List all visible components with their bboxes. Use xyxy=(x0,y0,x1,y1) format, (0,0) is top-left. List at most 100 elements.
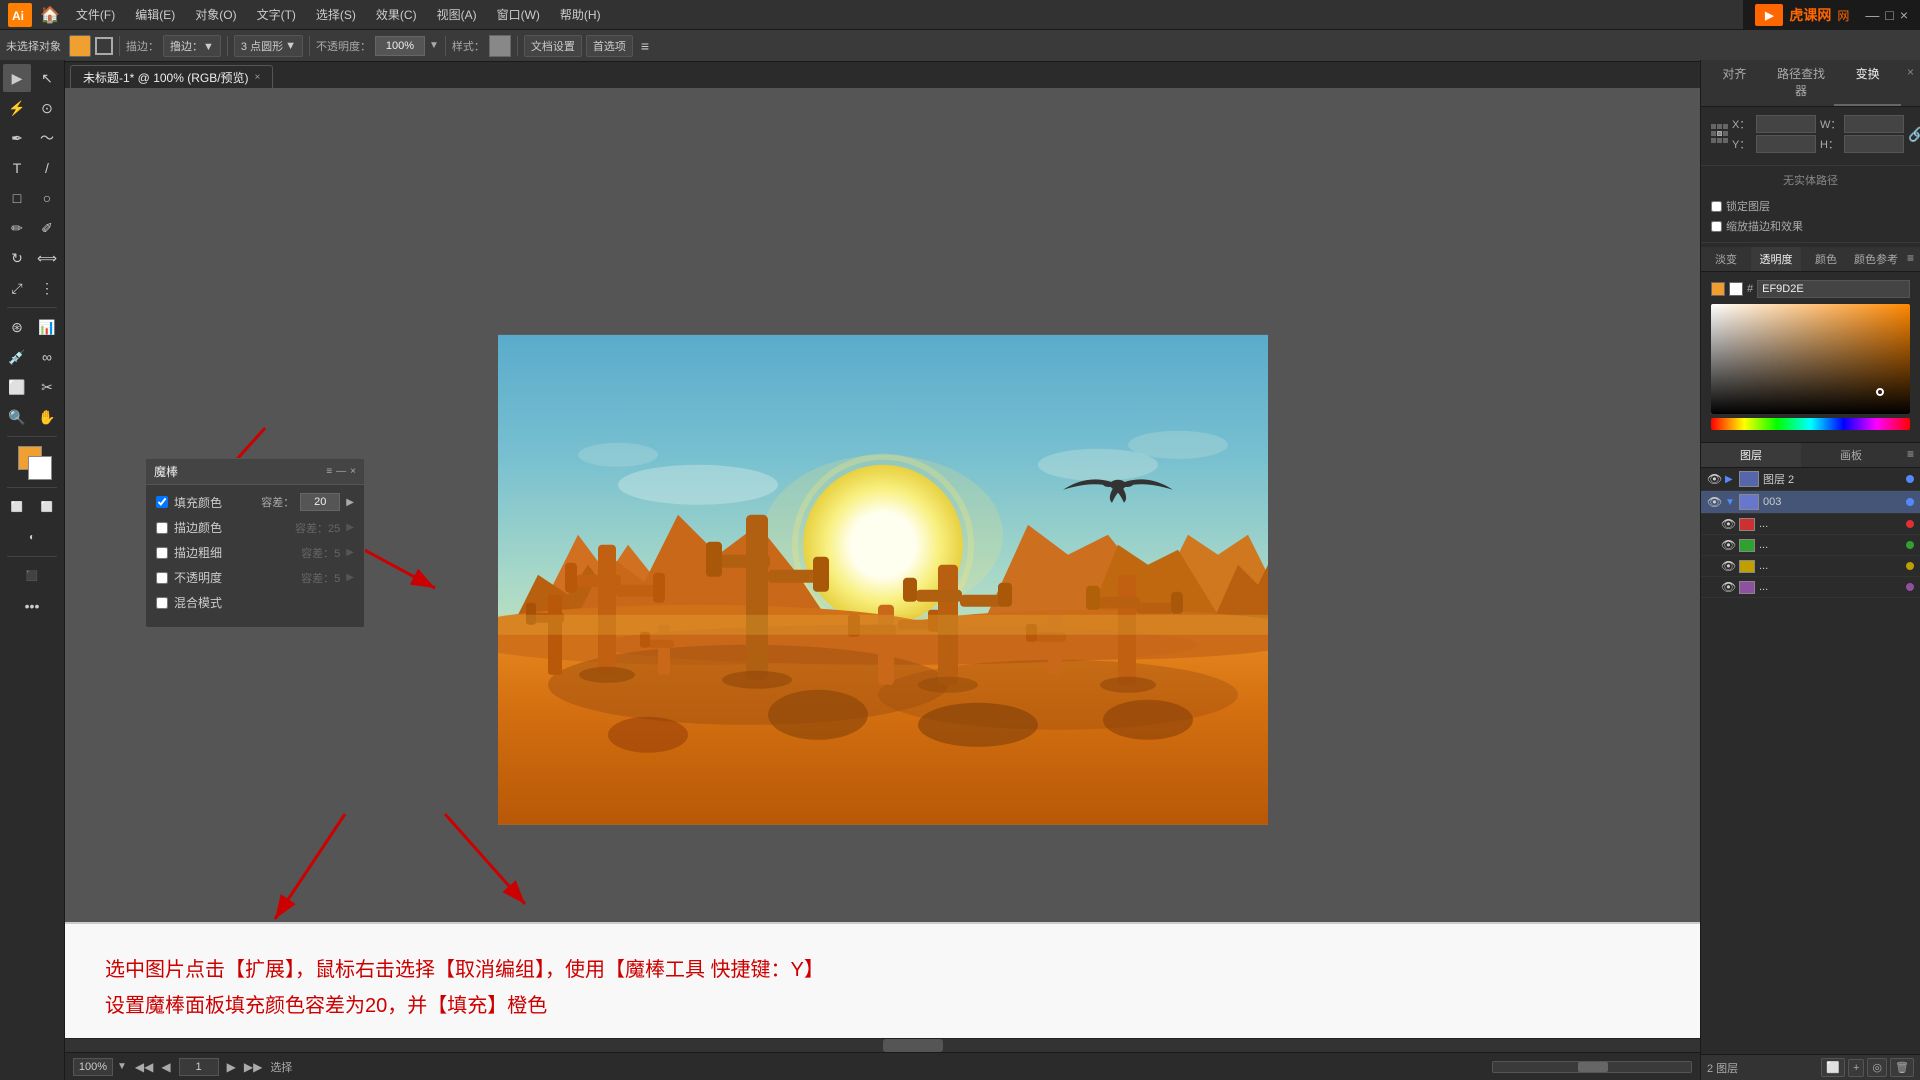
tab-transform[interactable]: 变换 xyxy=(1834,60,1901,106)
pencil-tool[interactable]: ✐ xyxy=(33,214,61,242)
h-scrollbar[interactable] xyxy=(65,1038,1700,1052)
tab-align[interactable]: 对齐 xyxy=(1701,60,1768,106)
direct-select-tool[interactable]: ↖ xyxy=(33,64,61,92)
delete-layer-btn[interactable]: 🗑 xyxy=(1890,1058,1914,1077)
opacity-checkbox[interactable] xyxy=(156,572,168,584)
page-prev-single[interactable]: ◀ xyxy=(161,1060,170,1074)
brush-tool[interactable]: ✏ xyxy=(3,214,31,242)
more-tools[interactable]: ••• xyxy=(18,592,46,620)
stroke-indicator[interactable] xyxy=(95,37,113,55)
menu-edit[interactable]: 编辑(E) xyxy=(127,4,183,25)
menu-home[interactable]: 🏠 xyxy=(40,5,60,25)
layer-item-purple[interactable]: 👁 ... xyxy=(1701,577,1920,598)
gradient-tool[interactable]: ◐ xyxy=(18,523,46,551)
doc-settings-btn[interactable]: 文档设置 xyxy=(524,35,582,57)
graph-tool[interactable]: 📊 xyxy=(33,313,61,341)
panel-min-btn[interactable]: — xyxy=(336,466,346,477)
x-input[interactable] xyxy=(1756,115,1816,133)
eyedropper-tool[interactable]: 💉 xyxy=(3,343,31,371)
color-gradient-box[interactable] xyxy=(1711,304,1910,414)
blend-tool[interactable]: ∞ xyxy=(33,343,61,371)
window-close[interactable]: × xyxy=(1900,7,1908,23)
layer2-eye[interactable]: 👁 xyxy=(1707,472,1721,486)
tab-color[interactable]: 颜色 xyxy=(1801,247,1851,271)
h-input[interactable] xyxy=(1844,135,1904,153)
select-tool[interactable]: ▶ xyxy=(3,64,31,92)
warp-tool[interactable]: ⋮ xyxy=(33,274,61,302)
panel-close-btn[interactable]: × xyxy=(350,466,356,477)
points-selector[interactable]: 3 点圆形 ▼ xyxy=(234,35,303,57)
tab-layers[interactable]: 图层 xyxy=(1701,443,1801,467)
page-next[interactable]: ▶▶ xyxy=(244,1060,262,1074)
locate-object-btn[interactable]: ◎ xyxy=(1867,1058,1887,1077)
artboard-tool[interactable]: ⬛ xyxy=(18,562,46,590)
preferences-btn[interactable]: 首选项 xyxy=(586,35,633,57)
layer-item-green[interactable]: 👁 ... xyxy=(1701,535,1920,556)
menu-help[interactable]: 帮助(H) xyxy=(552,4,609,25)
panel-header[interactable]: 魔棒 ≡ — × xyxy=(146,459,364,485)
w-input[interactable] xyxy=(1844,115,1904,133)
stroke-selector[interactable]: 撸边：▼ xyxy=(163,35,221,57)
tab-opacity[interactable]: 透明度 xyxy=(1751,247,1801,271)
menu-text[interactable]: 文字(T) xyxy=(249,4,304,25)
menu-effect[interactable]: 效果(C) xyxy=(368,4,425,25)
layer003-eye[interactable]: 👁 xyxy=(1707,495,1721,509)
stroke-color-arrow[interactable]: ▶ xyxy=(346,522,354,533)
hue-slider[interactable] xyxy=(1711,418,1910,430)
pen-tool[interactable]: ✒ xyxy=(3,124,31,152)
right-panel-close[interactable]: × xyxy=(1901,60,1920,106)
color-panel-options[interactable]: ≡ xyxy=(1901,247,1920,271)
blend-mode-checkbox[interactable] xyxy=(156,597,168,609)
layer-red-eye[interactable]: 👁 xyxy=(1721,517,1735,531)
fill-tolerance-arrow[interactable]: ▶ xyxy=(346,497,354,508)
page-input[interactable] xyxy=(179,1058,219,1076)
layer-item-yellow[interactable]: 👁 ... xyxy=(1701,556,1920,577)
stroke-none[interactable]: ⬜ xyxy=(33,493,61,521)
menu-file[interactable]: 文件(F) xyxy=(68,4,123,25)
panel-options-btn[interactable]: ≡ xyxy=(326,466,332,477)
layer-item-layer2[interactable]: 👁 ▶ 图层 2 xyxy=(1701,468,1920,491)
stroke-color-checkbox[interactable] xyxy=(156,522,168,534)
menu-window[interactable]: 窗口(W) xyxy=(489,4,548,25)
tab-artboard[interactable]: 画板 xyxy=(1801,443,1901,467)
zoom-tool[interactable]: 🔍 xyxy=(3,403,31,431)
toolbar-extra-btn[interactable]: ≡ xyxy=(641,38,649,54)
window-minimize[interactable]: — xyxy=(1865,7,1879,23)
scissors-tool[interactable]: ✂ xyxy=(33,373,61,401)
line-tool[interactable]: / xyxy=(33,154,61,182)
menu-object[interactable]: 对象(O) xyxy=(187,4,244,25)
opacity-arrow[interactable]: ▶ xyxy=(346,572,354,583)
scale-effects-checkbox[interactable] xyxy=(1711,221,1722,232)
stroke-width-checkbox[interactable] xyxy=(156,547,168,559)
new-layer-btn[interactable]: + xyxy=(1848,1059,1864,1077)
rotate-tool[interactable]: ↻ xyxy=(3,244,31,272)
tab-color-ref[interactable]: 颜色参考 xyxy=(1851,247,1901,271)
ellipse-tool[interactable]: ○ xyxy=(33,184,61,212)
layer2-expand[interactable]: ▶ xyxy=(1725,474,1735,485)
eraser-tool[interactable]: ⬜ xyxy=(3,373,31,401)
color-bg-swatch[interactable] xyxy=(1729,282,1743,296)
type-tool[interactable]: T xyxy=(3,154,31,182)
menu-view[interactable]: 视图(A) xyxy=(429,4,485,25)
make-mask-btn[interactable]: ⬜ xyxy=(1821,1058,1845,1077)
layer003-expand[interactable]: ▼ xyxy=(1725,497,1735,508)
page-next-single[interactable]: ▶ xyxy=(227,1060,236,1074)
zoom-input[interactable] xyxy=(73,1058,113,1076)
tab-pathfinder[interactable]: 路径查找器 xyxy=(1768,60,1835,106)
opacity-chevron[interactable]: ▼ xyxy=(429,40,439,51)
layer-yellow-eye[interactable]: 👁 xyxy=(1721,559,1735,573)
page-prev[interactable]: ◀◀ xyxy=(135,1060,153,1074)
document-tab[interactable]: 未标题-1* @ 100% (RGB/预览) × xyxy=(70,65,273,89)
fill-color-checkbox[interactable] xyxy=(156,496,168,508)
lock-proportions-icon[interactable]: 🔗 xyxy=(1908,126,1920,143)
hand-tool[interactable]: ✋ xyxy=(33,403,61,431)
style-swatch[interactable] xyxy=(489,35,511,57)
opacity-input[interactable] xyxy=(375,36,425,56)
layer-item-003[interactable]: 👁 ▼ 003 xyxy=(1701,491,1920,514)
main-canvas-area[interactable]: 魔棒 ≡ — × 填充颜色 容差： ▶ 描边颜色 容差：25 ▶ xyxy=(65,88,1700,1052)
layers-options-btn[interactable]: ≡ xyxy=(1901,443,1920,467)
rect-tool[interactable]: □ xyxy=(3,184,31,212)
window-maximize[interactable]: □ xyxy=(1885,7,1893,23)
stroke-width-arrow[interactable]: ▶ xyxy=(346,547,354,558)
layer-item-red[interactable]: 👁 ... xyxy=(1701,514,1920,535)
